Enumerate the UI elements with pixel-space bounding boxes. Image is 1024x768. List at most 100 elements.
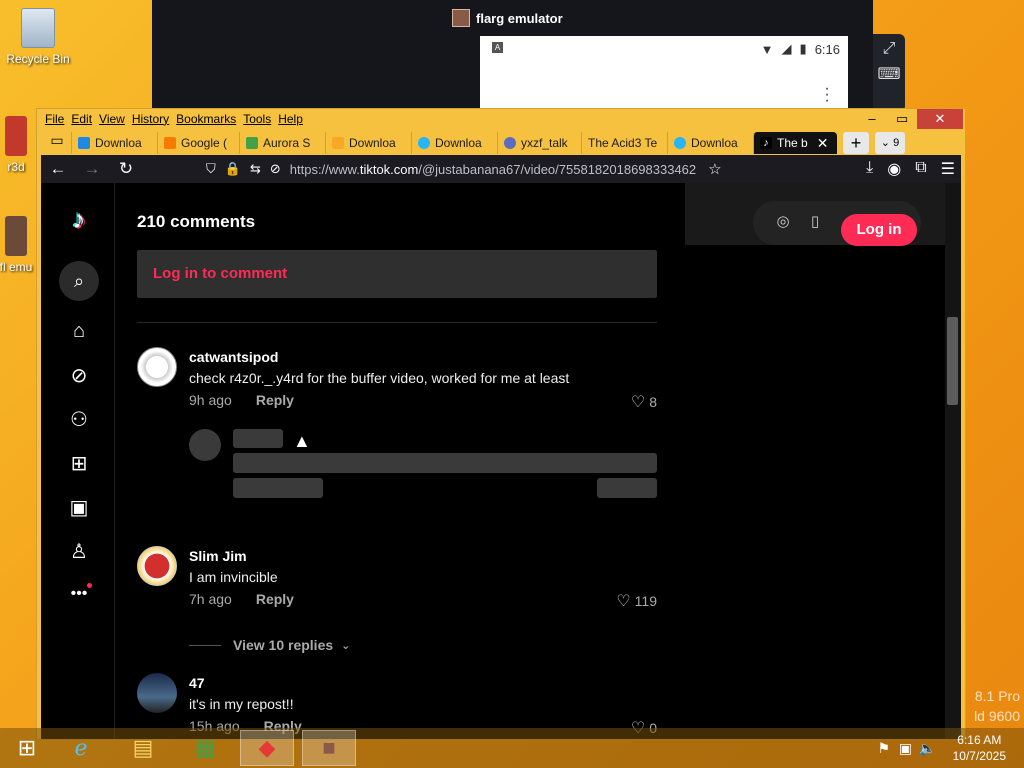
- mobile-app-icon[interactable]: ▯: [805, 212, 825, 232]
- menu-view[interactable]: View: [99, 112, 125, 126]
- emulator-window[interactable]: flarg emulator A ▼ ◢ ▮ 6:16 · · ·: [152, 0, 873, 110]
- tab[interactable]: Downloa: [325, 132, 411, 154]
- flag-icon[interactable]: ⚑: [877, 740, 890, 757]
- tab[interactable]: yxzf_talk: [497, 132, 581, 154]
- login-to-comment-box[interactable]: Log in to comment: [137, 250, 657, 298]
- comment-meta: 7h ago Reply: [189, 591, 294, 607]
- autoplay-blocked-icon: ⊘: [269, 161, 281, 176]
- tab[interactable]: Downloa: [71, 132, 157, 154]
- tab-list-icon[interactable]: ▭: [43, 132, 71, 154]
- fullscreen-icon[interactable]: ⤢: [873, 40, 905, 58]
- windows-version-watermark: 8.1 Pro ld 9600: [974, 688, 1020, 724]
- comment-text: it's in my repost!!: [189, 696, 294, 712]
- keyboard-icon[interactable]: ⌨: [873, 64, 905, 84]
- comment-meta: 9h ago Reply: [189, 392, 294, 408]
- login-to-comment-link[interactable]: Log in to comment: [153, 265, 287, 282]
- menu-history[interactable]: History: [132, 112, 169, 126]
- overflow-menu-icon[interactable]: · · ·: [824, 81, 830, 109]
- extensions-icon[interactable]: ⧉: [915, 159, 926, 179]
- tab[interactable]: Aurora S: [239, 132, 325, 154]
- new-tab-button[interactable]: +: [843, 132, 869, 154]
- tab[interactable]: Google (: [157, 132, 239, 154]
- taskbar-store[interactable]: ▦: [178, 730, 232, 766]
- forward-button[interactable]: →: [75, 159, 109, 179]
- tab-favicon-icon: [78, 137, 90, 149]
- upload-icon[interactable]: ⊞: [67, 452, 91, 476]
- close-tab-icon[interactable]: ✕: [817, 135, 829, 152]
- menu-edit[interactable]: Edit: [71, 112, 92, 126]
- tiktok-coin-icon[interactable]: ◎: [773, 212, 793, 232]
- wifi-icon: ▼: [760, 41, 774, 57]
- comment-username[interactable]: catwantsipod: [189, 349, 278, 365]
- scrollbar-thumb[interactable]: [947, 317, 958, 405]
- like-button[interactable]: ♡ 119: [616, 591, 657, 611]
- search-icon[interactable]: ⌕: [59, 261, 99, 301]
- tab-favicon-icon: [332, 137, 344, 149]
- login-button[interactable]: Log in: [841, 214, 917, 246]
- tab[interactable]: The Acid3 Te: [581, 132, 667, 154]
- desktop-icon-recycle-bin[interactable]: Recycle Bin: [2, 8, 74, 66]
- tab-active[interactable]: ♪ The b ✕: [753, 132, 837, 154]
- comment-username[interactable]: Slim Jim: [189, 548, 247, 564]
- menu-file[interactable]: File: [45, 112, 64, 126]
- explore-icon[interactable]: ⊘: [67, 364, 91, 388]
- like-count: 8: [649, 394, 657, 410]
- mouse-cursor-icon: ▲: [293, 431, 311, 451]
- maximize-button[interactable]: ▭: [887, 109, 917, 129]
- network-icon[interactable]: ▣: [899, 740, 912, 757]
- comments-count: 210 comments: [137, 212, 256, 231]
- tab[interactable]: Downloa: [411, 132, 497, 154]
- url-bar[interactable]: ⛉ 🔒 ⇆ ⊘ https://www. tiktok.com/@justaban…: [206, 158, 771, 180]
- comment-username[interactable]: 47: [189, 675, 205, 691]
- taskbar-flarg-emulator[interactable]: ■: [302, 730, 356, 766]
- url-host: tiktok.com: [359, 161, 419, 177]
- menu-help[interactable]: Help: [278, 112, 303, 126]
- reload-button[interactable]: ↻: [109, 159, 143, 179]
- live-icon[interactable]: ▣: [67, 496, 91, 520]
- emulator-app-icon: [452, 9, 470, 27]
- tiktok-favicon-icon: ♪: [760, 137, 772, 149]
- view-replies-button[interactable]: View 10 replies ⌄: [189, 637, 350, 653]
- home-icon[interactable]: ⌂: [67, 319, 91, 343]
- comment-time: 7h ago: [189, 591, 232, 607]
- taskbar-file-explorer[interactable]: ▤: [116, 730, 170, 766]
- taskbar-app-red[interactable]: ◆: [240, 730, 294, 766]
- start-button[interactable]: ⊞: [0, 730, 54, 766]
- battery-icon: ▮: [799, 41, 807, 56]
- tab-favicon-icon: [418, 137, 430, 149]
- profile-icon[interactable]: ♙: [67, 540, 91, 564]
- avatar[interactable]: [137, 673, 177, 713]
- back-button[interactable]: ←: [41, 159, 75, 179]
- bookmark-star-icon[interactable]: ☆: [708, 160, 721, 178]
- tab-count-button[interactable]: ⌄ 9: [875, 132, 905, 154]
- emulator-screen[interactable]: A ▼ ◢ ▮ 6:16 · · ·: [480, 36, 848, 110]
- volume-muted-icon[interactable]: 🔈: [919, 740, 936, 757]
- menu-icon[interactable]: ☰: [941, 159, 955, 179]
- following-icon[interactable]: ⚇: [67, 408, 91, 432]
- tiktok-logo-icon[interactable]: ♪: [67, 206, 91, 232]
- avatar[interactable]: [137, 347, 177, 387]
- taskbar-internet-explorer[interactable]: ℯ: [54, 730, 108, 766]
- clock[interactable]: 6:16 AM 10/7/2025: [953, 732, 1006, 764]
- skeleton-line: [233, 453, 657, 473]
- emulator-app-icon: ■: [322, 735, 336, 760]
- divider: [189, 644, 221, 646]
- reply-button[interactable]: Reply: [256, 392, 294, 408]
- like-button[interactable]: ♡ 8: [631, 392, 657, 412]
- reply-button[interactable]: Reply: [256, 591, 294, 607]
- menu-tools[interactable]: Tools: [243, 112, 271, 126]
- account-icon[interactable]: ◉: [887, 159, 901, 179]
- downloads-icon[interactable]: ⤓: [866, 159, 873, 179]
- avatar[interactable]: [137, 546, 177, 586]
- close-button[interactable]: ✕: [917, 109, 963, 129]
- navigation-toolbar: ← → ↻ ⛉ 🔒 ⇆ ⊘ https://www. tiktok.com/@ju…: [41, 155, 961, 183]
- menu-bookmarks[interactable]: Bookmarks: [176, 112, 236, 126]
- firefox-window: File Edit View History Bookmarks Tools H…: [36, 108, 966, 740]
- minimize-button[interactable]: ‒: [857, 109, 887, 129]
- menu-bar: File Edit View History Bookmarks Tools H…: [45, 112, 303, 126]
- internet-explorer-icon: ℯ: [74, 735, 88, 760]
- status-time: 6:16: [814, 41, 840, 57]
- scrollbar[interactable]: [945, 183, 961, 739]
- shortcut-icon: [5, 216, 27, 256]
- tab[interactable]: Downloa: [667, 132, 753, 154]
